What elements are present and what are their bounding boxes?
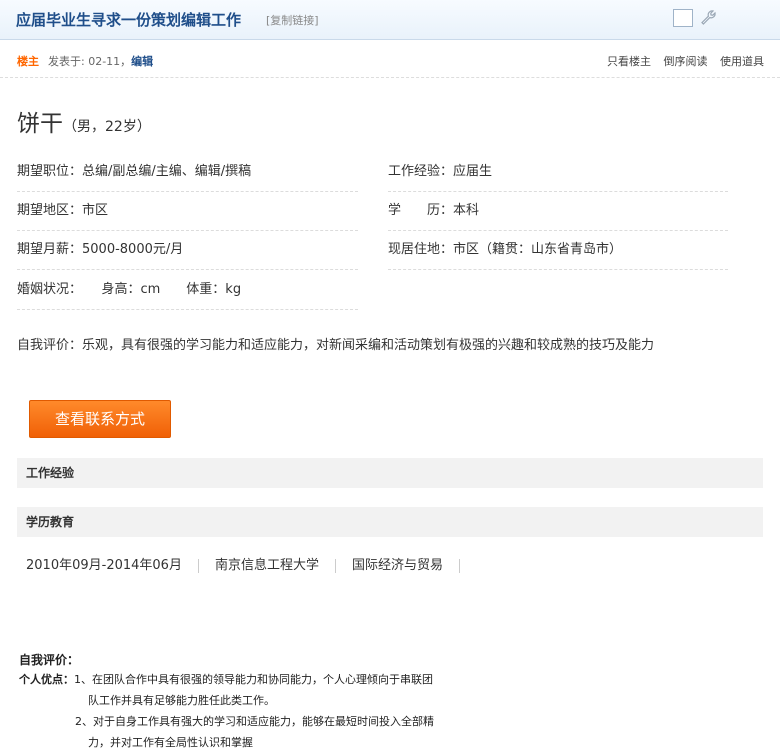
post-actions: 只看楼主 倒序阅读 使用道具	[598, 53, 764, 69]
view-contact-button[interactable]: 查看联系方式	[29, 400, 171, 438]
field-marital: 婚姻状况： 身高：cm 体重：kg	[17, 271, 358, 310]
candidate-name: 饼干	[17, 111, 63, 137]
divider	[458, 558, 460, 573]
edit-link[interactable]: 编辑	[131, 55, 153, 68]
section-education: 学历教育	[17, 507, 763, 537]
checkbox-box[interactable]	[673, 9, 693, 27]
self-eval-text: 1、在团队合作中具有很强的领导能力和协同能力，个人心理倾向于串联团	[74, 673, 433, 686]
education-entry: 2010年09月-2014年06月 南京信息工程大学 国际经济与贸易	[26, 554, 476, 573]
field-residence: 现居住地：市区（籍贯：山东省青岛市）	[388, 231, 728, 270]
field-position: 期望职位：总编/副总编/主编、编辑/撰稿	[17, 153, 358, 192]
divider	[334, 558, 336, 573]
wrench-icon[interactable]	[699, 9, 717, 27]
thread-title: 应届毕业生寻求一份策划编辑工作	[16, 11, 242, 29]
self-eval-line: 2、对于自身工作具有强大的学习和适应能力，能够在最短时间投入全部精	[75, 715, 434, 728]
thread-header: 应届毕业生寻求一份策划编辑工作 [复制链接]	[0, 0, 780, 40]
self-eval-line: 力，并对工作有全局性认识和掌握	[88, 736, 253, 749]
self-eval-line: 队工作并具有足够能力胜任此类工作。	[88, 694, 275, 707]
self-eval-line: 个人优点：1、在团队合作中具有很强的领导能力和协同能力，个人心理倾向于串联团	[19, 671, 433, 687]
only-owner-link[interactable]: 只看楼主	[607, 55, 651, 68]
section-work-experience: 工作经验	[17, 458, 763, 488]
post-meta: 楼主 发表于: 02-11，编辑 只看楼主 倒序阅读 使用道具	[0, 40, 780, 78]
education-major: 国际经济与贸易	[351, 558, 443, 573]
field-region: 期望地区：市区	[17, 192, 358, 231]
self-eval-label: 个人优点：	[19, 673, 74, 686]
candidate-gender-age: （男，22岁）	[63, 119, 151, 135]
divider	[197, 558, 199, 573]
field-education: 学 历：本科	[388, 192, 728, 231]
self-evaluation: 自我评价：乐观，具有很强的学习能力和适应能力，对新闻采编和活动策划有极强的兴趣和…	[17, 338, 655, 353]
copy-link[interactable]: [复制链接]	[266, 12, 319, 28]
posted-date: 发表于: 02-11，	[48, 55, 132, 68]
education-school: 南京信息工程大学	[214, 558, 319, 573]
self-eval-title: 自我评价：	[19, 653, 80, 667]
owner-badge: 楼主	[17, 55, 39, 68]
education-period: 2010年09月-2014年06月	[26, 558, 182, 573]
posted-info: 发表于: 02-11，编辑	[48, 53, 153, 69]
field-experience: 工作经验：应届生	[388, 153, 728, 192]
field-salary: 期望月薪：5000-8000元/月	[17, 231, 358, 270]
reverse-order-link[interactable]: 倒序阅读	[664, 55, 708, 68]
candidate-name-line: 饼干（男，22岁）	[17, 104, 151, 138]
use-tools-link[interactable]: 使用道具	[720, 55, 764, 68]
